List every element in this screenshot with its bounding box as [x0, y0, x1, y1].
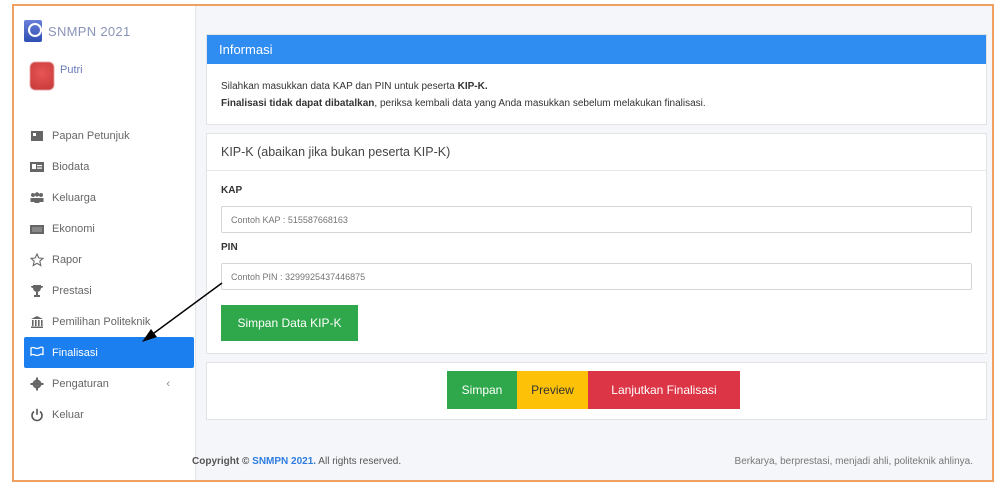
finalize-button[interactable]: Lanjutkan Finalisasi [588, 371, 740, 409]
info-card-body: Silahkan masukkan data KAP dan PIN untuk… [207, 64, 986, 124]
brand[interactable]: SNMPN 2021 [24, 20, 130, 42]
footer-brand-link[interactable]: SNMPN 2021. [252, 456, 316, 467]
info-card: Informasi Silahkan masukkan data KAP dan… [206, 34, 987, 125]
sidebar-item-ekonomi[interactable]: Ekonomi [14, 213, 196, 244]
sidebar-item-label: Finalisasi [52, 346, 98, 359]
info-line-2: Finalisasi tidak dapat dibatalkan, perik… [221, 98, 706, 109]
footer-tagline: Berkarya, berprestasi, menjadi ahli, pol… [734, 456, 973, 467]
sidebar-item-label: Prestasi [52, 284, 92, 297]
sidebar-item-keluarga[interactable]: Keluarga [14, 182, 196, 213]
sidebar-item-label: Papan Petunjuk [52, 129, 130, 142]
user-panel[interactable]: Putri [30, 62, 83, 90]
sidebar-item-label: Biodata [52, 160, 90, 173]
actions-card: Simpan Preview Lanjutkan Finalisasi [206, 362, 987, 420]
kap-input[interactable] [221, 206, 972, 233]
flag-icon [30, 345, 44, 360]
gear-icon [30, 377, 44, 391]
sidebar-item-biodata[interactable]: Biodata [14, 151, 196, 182]
id-card-icon [30, 160, 44, 174]
copyright: Copyright © SNMPN 2021. All rights reser… [192, 456, 402, 467]
main-content: Informasi Silahkan masukkan data KAP dan… [206, 34, 987, 428]
action-buttons: Simpan Preview Lanjutkan Finalisasi [447, 371, 740, 409]
pin-label: PIN [221, 242, 238, 253]
money-icon [30, 222, 44, 236]
sidebar-item-label: Keluarga [52, 191, 97, 204]
brand-title: SNMPN 2021 [48, 23, 131, 39]
sidebar-item-label: Pemilihan Politeknik [52, 315, 151, 328]
dashboard-icon [30, 129, 44, 143]
sidebar-item-keluar[interactable]: Keluar [14, 399, 196, 430]
sidebar-item-pemilihan-politeknik[interactable]: Pemilihan Politeknik [14, 306, 196, 337]
info-card-title: Informasi [207, 35, 986, 64]
sidebar-item-prestasi[interactable]: Prestasi [14, 275, 196, 306]
kip-form: KAP PIN Simpan Data KIP-K [207, 171, 986, 353]
institution-icon [30, 315, 44, 329]
sidebar-item-label: Rapor [52, 253, 82, 266]
save-kip-button[interactable]: Simpan Data KIP-K [221, 305, 358, 341]
sidebar: SNMPN 2021 Putri Papan Petunjuk Biodata [14, 6, 196, 480]
preview-button[interactable]: Preview [517, 371, 588, 409]
info-line-1: Silahkan masukkan data KAP dan PIN untuk… [221, 81, 488, 92]
sidebar-item-label: Pengaturan [52, 377, 109, 390]
chevron-left-icon: ‹ [166, 377, 170, 390]
brand-logo-icon [24, 20, 42, 42]
pin-input[interactable] [221, 263, 972, 290]
sidebar-item-label: Keluar [52, 408, 84, 421]
sidebar-menu: Papan Petunjuk Biodata Keluarga Ekonomi [14, 120, 196, 430]
sidebar-item-finalisasi[interactable]: Finalisasi [24, 337, 194, 368]
power-icon [30, 408, 44, 422]
user-name: Putri [60, 64, 83, 76]
sidebar-item-label: Ekonomi [52, 222, 95, 235]
sidebar-item-rapor[interactable]: Rapor [14, 244, 196, 275]
users-icon [30, 191, 44, 205]
sidebar-item-papan-petunjuk[interactable]: Papan Petunjuk [14, 120, 196, 151]
kip-card-title: KIP-K (abaikan jika bukan peserta KIP-K) [207, 134, 986, 171]
kap-label: KAP [221, 185, 243, 196]
sidebar-item-pengaturan[interactable]: Pengaturan ‹ [14, 368, 196, 399]
kip-card: KIP-K (abaikan jika bukan peserta KIP-K)… [206, 133, 987, 354]
app-frame: SNMPN 2021 Putri Papan Petunjuk Biodata [12, 4, 994, 482]
avatar [30, 62, 54, 90]
trophy-icon [30, 284, 44, 298]
star-icon [30, 252, 44, 267]
save-button[interactable]: Simpan [447, 371, 517, 409]
